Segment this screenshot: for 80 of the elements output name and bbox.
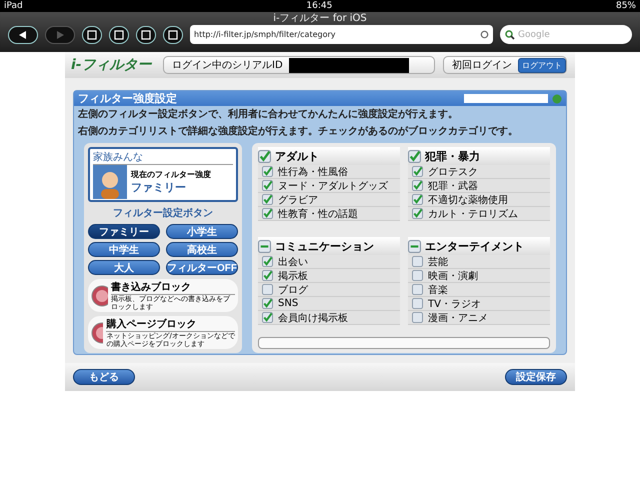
- block-icon: [91, 322, 104, 344]
- current-level-label: 現在のフィルター強度: [131, 169, 211, 180]
- checkbox[interactable]: [262, 166, 273, 177]
- current-level: ファミリー: [131, 180, 187, 195]
- section-title: フィルター設定ボタン: [112, 206, 214, 220]
- checkbox[interactable]: [412, 208, 423, 219]
- search-field[interactable]: Google: [500, 25, 632, 44]
- left-arrow-icon: [19, 30, 27, 38]
- checkbox[interactable]: [412, 270, 423, 281]
- checkbox[interactable]: [262, 180, 273, 191]
- url-field[interactable]: http://i-filter.jp/smph/filter/category: [190, 25, 493, 44]
- filter-button[interactable]: フィルターOFF: [166, 260, 238, 275]
- category-title: エンターテイメント: [425, 238, 524, 254]
- filter-button[interactable]: 中学生: [88, 242, 160, 257]
- checkbox[interactable]: [412, 180, 423, 191]
- category-item: 会員向け掲示板: [278, 312, 348, 324]
- checkbox[interactable]: [262, 284, 273, 295]
- checkbox[interactable]: [412, 298, 423, 309]
- battery-level: 85%: [616, 1, 636, 11]
- category-item: SNS: [278, 298, 298, 309]
- category-title: 犯罪・暴力: [425, 148, 480, 164]
- checkbox[interactable]: [258, 240, 271, 252]
- filter-button[interactable]: 高校生: [166, 242, 238, 257]
- login-label: 初回ログイン: [452, 58, 512, 72]
- category-item: 性行為・性風俗: [278, 166, 348, 178]
- description-text: 右側のカテゴリリストで詳細な強度設定が行えます。チェックがあるのがブロックカテゴリです。: [76, 124, 519, 139]
- checkbox[interactable]: [412, 256, 423, 267]
- category-item: 漫画・アニメ: [428, 312, 488, 324]
- category-item: 掲示板: [278, 270, 308, 282]
- checkbox[interactable]: [262, 208, 273, 219]
- category-item: 性教育・性の話題: [278, 208, 358, 220]
- serial-label: ログイン中のシリアルID: [172, 58, 283, 72]
- filter-button[interactable]: 小学生: [166, 224, 238, 239]
- panel-input-field[interactable]: [464, 94, 548, 103]
- save-button[interactable]: 設定保存: [505, 369, 567, 385]
- block-title: 書き込みブロック: [110, 280, 235, 295]
- back-button[interactable]: もどる: [73, 369, 135, 385]
- block-icon: [91, 284, 108, 306]
- device-name: iPad: [4, 1, 23, 11]
- category-item: TV・ラジオ: [428, 298, 481, 310]
- category-item: ヌード・アダルトグッズ: [278, 180, 388, 192]
- category-item: 不適切な薬物使用: [428, 194, 508, 206]
- checkbox[interactable]: [262, 256, 273, 267]
- category-item: カルト・テロリズム: [428, 208, 518, 220]
- checkbox[interactable]: [412, 284, 423, 295]
- filter-button[interactable]: ファミリー: [88, 224, 160, 239]
- checkbox[interactable]: [262, 298, 273, 309]
- logo: i-フィルター: [71, 56, 153, 74]
- category-item: 音楽: [428, 284, 448, 296]
- description-text: 左側のフィルター設定ボタンで、利用者に合わせてかんたんに強度設定が行えます。: [76, 107, 459, 122]
- checkbox[interactable]: [408, 150, 421, 162]
- checkbox[interactable]: [262, 270, 273, 281]
- logout-button[interactable]: ログアウト: [518, 58, 566, 72]
- window-title: i-フィルター for iOS: [273, 12, 367, 25]
- checkbox[interactable]: [262, 312, 273, 323]
- category-title: アダルト: [275, 148, 319, 164]
- filter-button[interactable]: 大人: [88, 260, 160, 275]
- checkbox[interactable]: [412, 194, 423, 205]
- category-item: グロテスク: [428, 166, 478, 178]
- category-item: ブログ: [278, 284, 308, 296]
- checkbox[interactable]: [412, 166, 423, 177]
- category-item: グラビア: [278, 194, 318, 206]
- back-button[interactable]: [8, 26, 38, 44]
- clock: 16:45: [306, 1, 332, 11]
- category-item: 芸能: [428, 256, 448, 268]
- right-arrow-icon: [56, 30, 64, 38]
- checkbox[interactable]: [258, 150, 271, 162]
- category-item: 出会い: [278, 256, 308, 268]
- avatar-icon: [93, 165, 127, 199]
- category-title: コミュニケーション: [275, 238, 374, 254]
- block-title: 購入ページブロック: [106, 317, 235, 332]
- search-icon: [505, 30, 515, 40]
- checkbox[interactable]: [408, 240, 421, 252]
- forward-button[interactable]: [45, 26, 75, 44]
- category-item: 映画・演劇: [428, 270, 478, 282]
- panel-title: フィルター強度設定: [78, 91, 178, 106]
- reload-icon[interactable]: [480, 30, 489, 39]
- checkbox[interactable]: [262, 194, 273, 205]
- category-item: 犯罪・武器: [428, 180, 478, 192]
- checkbox[interactable]: [412, 312, 423, 323]
